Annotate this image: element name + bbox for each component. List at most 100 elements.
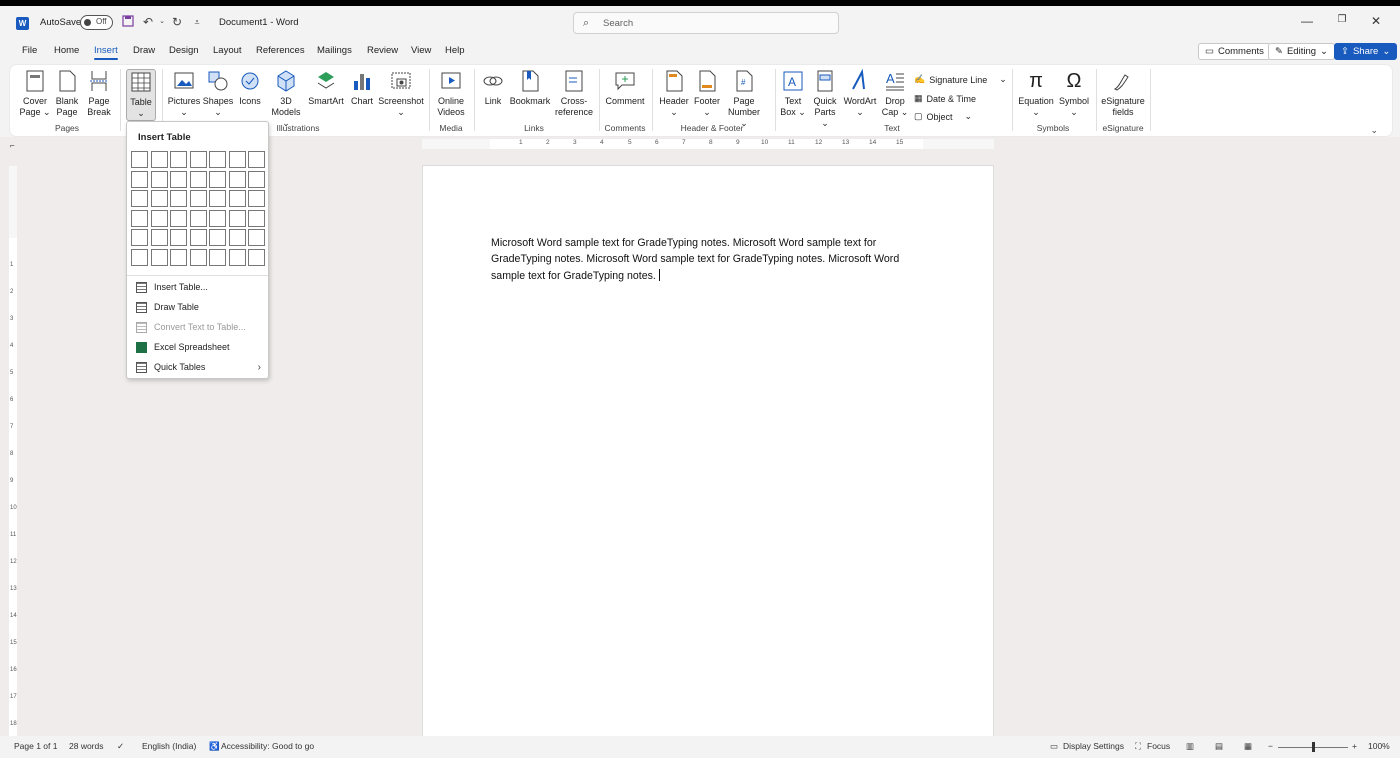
table-grid-cell[interactable]: [170, 190, 187, 207]
table-grid-cell[interactable]: [189, 170, 207, 188]
tab-view[interactable]: View: [411, 45, 431, 56]
table-grid-cell[interactable]: [209, 151, 226, 168]
table-grid-cell[interactable]: [209, 229, 226, 246]
menu-item-draw-table[interactable]: Draw Table: [136, 299, 261, 315]
share-button[interactable]: ⇪ Share ⌄: [1334, 43, 1398, 60]
table-grid-cell[interactable]: [248, 229, 265, 246]
table-grid-cell[interactable]: [228, 248, 246, 266]
signature-line-button[interactable]: ✍ Signature Line ⌄: [914, 74, 1007, 85]
table-grid-cell[interactable]: [131, 190, 148, 207]
table-grid-cell[interactable]: [170, 151, 187, 168]
screenshot-button[interactable]: Screenshot ⌄: [378, 69, 424, 118]
footer-button[interactable]: Footer ⌄: [691, 69, 723, 118]
table-grid-cell[interactable]: [170, 170, 187, 188]
zoom-in-icon[interactable]: +: [1352, 741, 1357, 751]
wordart-button[interactable]: WordArt ⌄: [842, 69, 878, 118]
table-grid-cell[interactable]: [131, 248, 148, 266]
table-grid-cell[interactable]: [150, 190, 168, 207]
tab-insert[interactable]: Insert: [94, 45, 118, 60]
smartart-button[interactable]: SmartArt: [307, 69, 345, 107]
zoom-out-icon[interactable]: −: [1268, 741, 1273, 751]
undo-dropdown-icon[interactable]: ⌄: [155, 15, 169, 29]
print-layout-icon[interactable]: ▤: [1215, 741, 1223, 752]
date-time-button[interactable]: ▦ Date & Time: [914, 93, 976, 104]
menu-item-insert-table[interactable]: Insert Table...: [136, 279, 261, 295]
table-grid-cell[interactable]: [228, 190, 246, 207]
tab-review[interactable]: Review: [367, 45, 398, 56]
redo-icon[interactable]: ↻: [170, 15, 184, 29]
search-box[interactable]: ⌕ Search: [573, 12, 839, 34]
table-grid-cell[interactable]: [228, 209, 246, 227]
table-grid-cell[interactable]: [228, 170, 246, 188]
pictures-button[interactable]: Pictures ⌄: [166, 69, 202, 118]
table-grid-cell[interactable]: [189, 209, 207, 227]
blank-page-button[interactable]: Blank Page: [52, 69, 82, 118]
table-grid-cell[interactable]: [189, 229, 207, 246]
zoom-level[interactable]: 100%: [1368, 741, 1390, 751]
table-grid-cell[interactable]: [189, 248, 207, 266]
minimize-icon[interactable]: —: [1297, 14, 1317, 28]
save-icon[interactable]: [121, 15, 135, 29]
table-grid-cell[interactable]: [209, 170, 226, 188]
language-indicator[interactable]: English (India): [142, 741, 196, 751]
table-grid-cell[interactable]: [131, 229, 148, 246]
equation-button[interactable]: π Equation ⌄: [1016, 69, 1056, 118]
tab-selector-icon[interactable]: ⌐: [10, 141, 15, 150]
link-button[interactable]: Link: [480, 69, 506, 107]
table-grid-cell[interactable]: [248, 170, 265, 188]
table-grid-cell[interactable]: [228, 151, 246, 168]
close-icon[interactable]: ✕: [1366, 14, 1386, 28]
table-grid-cell[interactable]: [248, 248, 265, 266]
table-grid-cell[interactable]: [131, 209, 148, 227]
cross-reference-button[interactable]: Cross- reference: [555, 69, 593, 118]
autosave-toggle[interactable]: Off: [80, 15, 113, 30]
menu-item-excel-spreadsheet[interactable]: Excel Spreadsheet: [136, 339, 261, 355]
tab-home[interactable]: Home: [54, 45, 79, 56]
shapes-button[interactable]: Shapes ⌄: [202, 69, 234, 118]
tab-draw[interactable]: Draw: [133, 45, 155, 56]
tab-references[interactable]: References: [256, 45, 305, 56]
text-box-button[interactable]: A Text Box ⌄: [778, 69, 808, 118]
chart-button[interactable]: Chart: [348, 69, 376, 107]
vertical-ruler[interactable]: 1 2 3 4 5 6 7 8 9 10 11 12 13 14 15 16 1…: [9, 166, 17, 742]
read-mode-icon[interactable]: ▥: [1186, 741, 1194, 752]
zoom-slider-thumb[interactable]: [1312, 742, 1315, 752]
table-grid-cell[interactable]: [189, 151, 207, 168]
tab-design[interactable]: Design: [169, 45, 199, 56]
quick-parts-button[interactable]: Quick Parts ⌄: [810, 69, 840, 129]
tab-file[interactable]: File: [22, 45, 37, 56]
table-grid-cell[interactable]: [150, 229, 168, 246]
bookmark-button[interactable]: Bookmark: [509, 69, 551, 107]
customize-toolbar-icon[interactable]: ⩡: [190, 15, 204, 29]
3d-models-button[interactable]: 3D Models ⌄: [268, 69, 304, 129]
table-button[interactable]: Table ⌄: [126, 69, 156, 121]
menu-item-quick-tables[interactable]: Quick Tables ›: [136, 359, 261, 375]
restore-icon[interactable]: ❐: [1332, 14, 1352, 25]
table-grid-cell[interactable]: [209, 248, 226, 266]
online-videos-button[interactable]: Online Videos: [434, 69, 468, 118]
table-grid-cell[interactable]: [131, 151, 148, 168]
symbol-button[interactable]: Ω Symbol ⌄: [1056, 69, 1092, 118]
focus-button[interactable]: Focus: [1147, 741, 1170, 751]
horizontal-ruler[interactable]: 1 2 3 4 5 6 7 8 9 10 11 12 13 14 15: [422, 139, 994, 149]
esignature-fields-button[interactable]: eSignature fields: [1100, 69, 1146, 118]
table-grid-cell[interactable]: [248, 209, 265, 227]
cover-page-button[interactable]: Cover Page ⌄: [18, 69, 52, 118]
comment-button[interactable]: Comment: [604, 69, 646, 107]
page-number-button[interactable]: # Page Number ⌄: [723, 69, 765, 129]
word-count[interactable]: 28 words: [69, 741, 104, 751]
table-grid-cell[interactable]: [248, 151, 265, 168]
table-grid-cell[interactable]: [150, 170, 168, 188]
display-settings-button[interactable]: Display Settings: [1063, 741, 1124, 751]
tab-mailings[interactable]: Mailings: [317, 45, 352, 56]
collapse-ribbon-icon[interactable]: ⌄: [1370, 125, 1378, 136]
table-grid-cell[interactable]: [189, 190, 207, 207]
object-button[interactable]: ▢ Object ⌄: [914, 111, 972, 122]
web-layout-icon[interactable]: ▦: [1244, 741, 1252, 752]
tab-layout[interactable]: Layout: [213, 45, 242, 56]
table-grid-cell[interactable]: [228, 229, 246, 246]
table-grid-cell[interactable]: [170, 209, 187, 227]
table-grid-cell[interactable]: [131, 170, 148, 188]
table-grid-cell[interactable]: [150, 248, 168, 266]
accessibility-status[interactable]: Accessibility: Good to go: [221, 741, 314, 751]
